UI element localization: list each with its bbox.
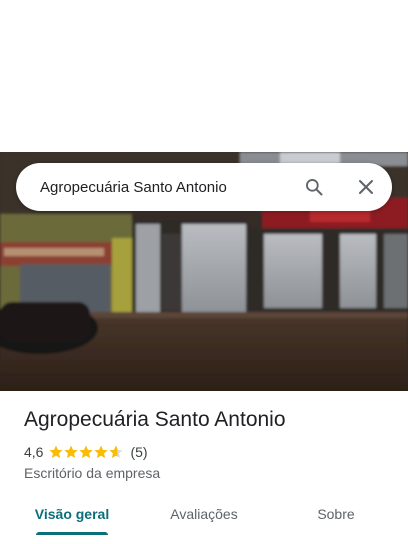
rating-value: 4,6 — [24, 444, 44, 460]
place-title: Agropecuária Santo Antonio — [24, 408, 286, 431]
active-tab-indicator — [36, 532, 108, 535]
rating-row[interactable]: 4,6 (5) — [24, 444, 148, 460]
star-icon — [79, 445, 93, 458]
close-icon — [359, 180, 373, 194]
star-icon — [64, 445, 78, 458]
star-icon — [109, 445, 123, 458]
tab-overview[interactable]: Visão geral — [24, 494, 120, 534]
place-page: Agropecuária Santo Antonio Agropecuária … — [0, 0, 408, 544]
tab-bar: Visão geral Avaliações Sobre — [0, 494, 408, 538]
tab-reviews[interactable]: Avaliações — [156, 494, 252, 534]
star-icon — [94, 445, 108, 458]
close-button[interactable] — [346, 167, 386, 207]
review-count[interactable]: (5) — [130, 444, 147, 460]
star-icon — [49, 445, 63, 458]
rating-stars — [49, 445, 124, 459]
search-bar[interactable]: Agropecuária Santo Antonio — [16, 163, 392, 211]
tab-about[interactable]: Sobre — [296, 494, 376, 534]
search-button[interactable] — [294, 167, 334, 207]
search-input[interactable]: Agropecuária Santo Antonio — [40, 179, 294, 196]
search-icon — [306, 179, 323, 196]
place-category[interactable]: Escritório da empresa — [24, 465, 160, 481]
